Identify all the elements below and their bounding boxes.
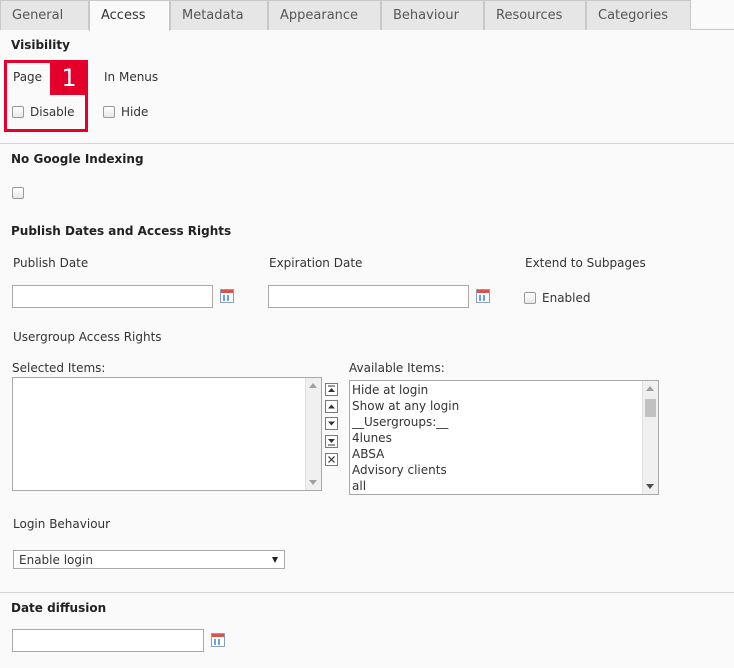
tab-behaviour[interactable]: Behaviour bbox=[381, 0, 484, 30]
list-item[interactable]: Show at any login bbox=[350, 398, 641, 414]
scrollbar[interactable] bbox=[642, 381, 658, 494]
scroll-down-icon[interactable] bbox=[309, 480, 317, 485]
remove-icon[interactable] bbox=[325, 453, 338, 466]
date-diffusion-title: Date diffusion bbox=[11, 601, 107, 615]
selected-items-label: Selected Items: bbox=[12, 361, 106, 375]
tab-metadata[interactable]: Metadata bbox=[170, 0, 268, 30]
move-top-icon[interactable] bbox=[325, 383, 338, 396]
divider bbox=[0, 143, 734, 144]
callout-badge: 1 bbox=[50, 60, 88, 95]
tab-categories[interactable]: Categories bbox=[586, 0, 691, 30]
in-menus-hide-label: Hide bbox=[121, 105, 149, 119]
tab-label: Metadata bbox=[182, 8, 244, 23]
expiration-date-label: Expiration Date bbox=[269, 256, 363, 270]
scroll-up-icon[interactable] bbox=[646, 386, 654, 391]
in-menus-label: In Menus bbox=[104, 70, 159, 84]
extend-subpages-label: Extend to Subpages bbox=[525, 256, 646, 270]
selected-items-list[interactable] bbox=[12, 377, 322, 491]
date-diffusion-input[interactable] bbox=[12, 629, 204, 652]
list-item[interactable]: Advisory clients bbox=[350, 462, 641, 478]
publish-date-label: Publish Date bbox=[13, 256, 89, 270]
extend-enabled-label: Enabled bbox=[542, 291, 591, 305]
tab-label: Behaviour bbox=[393, 8, 459, 23]
move-up-icon[interactable] bbox=[325, 400, 338, 413]
list-item[interactable]: Hide at login bbox=[350, 382, 641, 398]
scrollbar[interactable] bbox=[305, 378, 321, 490]
calendar-icon[interactable] bbox=[476, 289, 490, 303]
tab-bar: General Access Metadata Appearance Behav… bbox=[0, 0, 734, 31]
login-behaviour-value: Enable login bbox=[19, 553, 93, 567]
available-items-label: Available Items: bbox=[349, 361, 445, 375]
tab-appearance[interactable]: Appearance bbox=[268, 0, 381, 30]
scroll-up-icon[interactable] bbox=[309, 383, 317, 388]
google-indexing-title: No Google Indexing bbox=[11, 152, 144, 166]
calendar-icon[interactable] bbox=[211, 633, 225, 647]
list-item[interactable]: ABSA bbox=[350, 446, 641, 462]
scroll-down-icon[interactable] bbox=[646, 484, 654, 489]
usergroup-access-title: Usergroup Access Rights bbox=[13, 330, 162, 344]
publish-date-input[interactable] bbox=[12, 285, 213, 308]
available-items-container: Hide at login Show at any login __Usergr… bbox=[350, 382, 641, 494]
move-down-icon[interactable] bbox=[325, 417, 338, 430]
in-menus-hide-checkbox[interactable] bbox=[103, 106, 115, 118]
login-behaviour-select[interactable]: Enable login bbox=[13, 550, 285, 569]
google-indexing-checkbox[interactable] bbox=[12, 187, 24, 199]
login-behaviour-label: Login Behaviour bbox=[13, 517, 111, 531]
list-item[interactable]: __Usergroups:__ bbox=[350, 414, 641, 430]
publish-section-title: Publish Dates and Access Rights bbox=[11, 224, 232, 238]
tab-label: General bbox=[12, 8, 64, 23]
tab-label: Categories bbox=[598, 8, 669, 23]
move-bottom-icon[interactable] bbox=[325, 435, 338, 448]
tab-label: Access bbox=[101, 8, 146, 23]
available-items-list[interactable]: Hide at login Show at any login __Usergr… bbox=[349, 380, 659, 495]
calendar-icon[interactable] bbox=[220, 289, 234, 303]
tab-label: Resources bbox=[496, 8, 563, 23]
scroll-thumb[interactable] bbox=[645, 399, 656, 417]
visibility-title: Visibility bbox=[11, 38, 70, 52]
list-item[interactable]: all bbox=[350, 478, 641, 494]
expiration-date-input[interactable] bbox=[268, 285, 469, 308]
tab-label: Appearance bbox=[280, 8, 359, 23]
chevron-down-icon bbox=[272, 557, 278, 563]
extend-enabled-checkbox[interactable] bbox=[524, 292, 536, 304]
divider bbox=[0, 592, 734, 593]
tab-access[interactable]: Access bbox=[89, 0, 170, 31]
list-item[interactable]: 4lunes bbox=[350, 430, 641, 446]
tab-general[interactable]: General bbox=[0, 0, 89, 30]
tab-resources[interactable]: Resources bbox=[484, 0, 586, 30]
